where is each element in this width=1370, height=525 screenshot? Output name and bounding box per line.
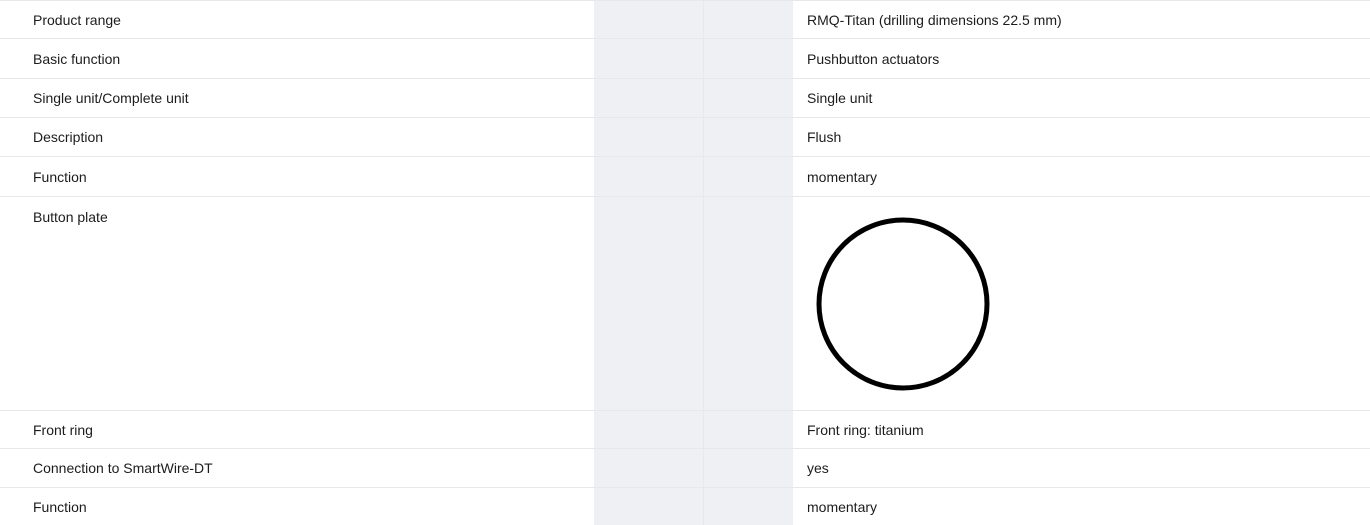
spec-value: RMQ-Titan (drilling dimensions 22.5 mm) <box>807 11 1062 28</box>
spec-row-single-unit: Single unit/Complete unit Single unit <box>0 79 1370 118</box>
spec-row-smartwire: Connection to SmartWire-DT yes <box>0 449 1370 488</box>
spec-value: Flush <box>807 129 842 145</box>
spacer-cell <box>704 197 793 410</box>
spec-label: Front ring <box>33 421 93 438</box>
spacer-cell <box>594 118 704 156</box>
spec-value: Single unit <box>807 90 873 106</box>
spec-label: Product range <box>33 11 121 28</box>
spec-row-product-range: Product range RMQ-Titan (drilling dimens… <box>0 1 1370 39</box>
spec-row-function: Function momentary <box>0 157 1370 197</box>
spacer-cell <box>704 449 793 487</box>
spec-row-button-plate: Button plate <box>0 197 1370 411</box>
spacer-cell <box>704 79 793 117</box>
spacer-cell <box>704 488 793 525</box>
spec-value: momentary <box>807 168 878 185</box>
spacer-cell <box>594 449 704 487</box>
spacer-cell <box>704 118 793 156</box>
spacer-cell <box>704 1 793 38</box>
spacer-cell <box>594 79 704 117</box>
spec-label: Function <box>33 168 87 185</box>
spec-row-function-2: Function momentary <box>0 488 1370 525</box>
spec-row-front-ring: Front ring Front ring: titanium <box>0 411 1370 449</box>
spec-label: Basic function <box>33 50 121 67</box>
spec-value-image <box>793 197 1370 410</box>
spec-label: Single unit/Complete unit <box>33 90 189 106</box>
spec-label: Button plate <box>33 209 108 225</box>
blank-circle-icon <box>816 217 990 390</box>
spacer-cell <box>594 488 704 525</box>
spacer-cell <box>594 1 704 38</box>
spacer-cell <box>594 157 704 196</box>
spacer-cell <box>594 411 704 448</box>
spec-label: Connection to SmartWire-DT <box>33 460 213 476</box>
spec-label: Function <box>33 498 87 515</box>
product-spec-table: Product range RMQ-Titan (drilling dimens… <box>0 0 1370 525</box>
spec-row-basic-function: Basic function Pushbutton actuators <box>0 39 1370 79</box>
spec-value: Front ring: titanium <box>807 421 924 438</box>
spec-label: Description <box>33 129 104 145</box>
spacer-cell <box>704 157 793 196</box>
spec-value: momentary <box>807 498 878 515</box>
spec-value: yes <box>807 460 829 476</box>
spacer-cell <box>704 39 793 78</box>
spec-row-description: Description Flush <box>0 118 1370 157</box>
spec-value: Pushbutton actuators <box>807 50 940 67</box>
spacer-cell <box>594 197 704 410</box>
spacer-cell <box>704 411 793 448</box>
spacer-cell <box>594 39 704 78</box>
